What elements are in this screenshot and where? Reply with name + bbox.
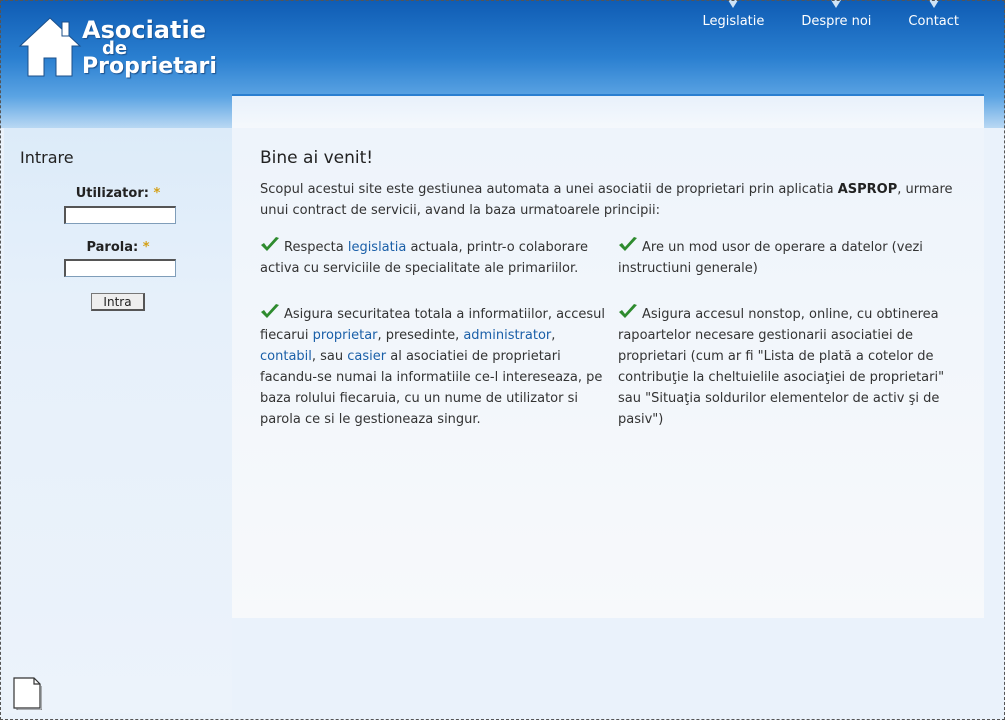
link-administrator[interactable]: administrator: [463, 328, 551, 343]
principle-legislation: Respecta legislatia actuala, printr-o co…: [260, 237, 610, 279]
username-label-row: Utilizator: *: [4, 186, 232, 201]
main-content: Bine ai venit! Scopul acestui site este …: [232, 128, 984, 618]
nav-label: Legislatie: [702, 14, 765, 29]
principle-text: Are un mod usor de operare a datelor (ve…: [618, 240, 923, 276]
nav-label: Contact: [908, 14, 959, 29]
logo-line-1: Asociatie: [82, 16, 206, 44]
page-icon[interactable]: [12, 676, 42, 710]
intro-text: Scopul acestui site este gestiunea autom…: [260, 182, 838, 197]
principle-text: , presedinte,: [377, 328, 464, 343]
check-icon: [619, 304, 637, 318]
top-nav: Legislatie Despre noi Contact: [702, 0, 959, 29]
principle-ease-of-use: Are un mod usor de operare a datelor (ve…: [618, 237, 948, 279]
nav-despre-noi[interactable]: Despre noi: [801, 0, 872, 29]
nav-legislatie[interactable]: Legislatie: [702, 0, 765, 29]
check-icon: [261, 237, 279, 251]
username-label: Utilizator:: [75, 186, 149, 201]
link-proprietar[interactable]: proprietar: [313, 328, 378, 343]
username-input[interactable]: [64, 206, 176, 224]
site-logo[interactable]: Asociatie de Proprietari: [18, 16, 218, 80]
nav-pointer-icon: [928, 0, 939, 8]
principle-security: Asigura securitatea totala a informatiil…: [260, 304, 610, 430]
page-title: Bine ai venit!: [260, 148, 374, 168]
link-contabil[interactable]: contabil: [260, 349, 312, 364]
login-sidebar: Intrare Utilizator: * Parola: * Intra: [4, 128, 232, 713]
password-input[interactable]: [64, 259, 176, 277]
principle-text: Respecta: [284, 240, 348, 255]
required-mark: *: [142, 240, 150, 255]
principle-nonstop-access: Asigura accesul nonstop, online, cu obti…: [618, 304, 948, 430]
login-title: Intrare: [20, 148, 74, 167]
check-icon: [261, 304, 279, 318]
nav-label: Despre noi: [801, 14, 872, 29]
principle-text: ,: [551, 328, 556, 343]
app-name: ASPROP: [837, 182, 898, 197]
principle-text: Asigura accesul nonstop, online, cu obti…: [618, 307, 945, 427]
nav-contact[interactable]: Contact: [908, 0, 959, 29]
link-legislatia[interactable]: legislatia: [348, 240, 407, 255]
nav-pointer-icon: [831, 0, 842, 8]
principle-text: , sau: [311, 349, 348, 364]
nav-pointer-icon: [728, 0, 739, 8]
link-casier[interactable]: casier: [347, 349, 386, 364]
intro-paragraph: Scopul acestui site este gestiunea autom…: [260, 179, 960, 221]
content-tab-strip: [232, 94, 984, 130]
house-icon: [18, 17, 82, 77]
login-button[interactable]: Intra: [91, 293, 145, 311]
required-mark: *: [153, 186, 161, 201]
password-label: Parola:: [86, 240, 139, 255]
password-label-row: Parola: *: [4, 240, 232, 255]
check-icon: [619, 237, 637, 251]
logo-line-3: Proprietari: [82, 54, 217, 79]
